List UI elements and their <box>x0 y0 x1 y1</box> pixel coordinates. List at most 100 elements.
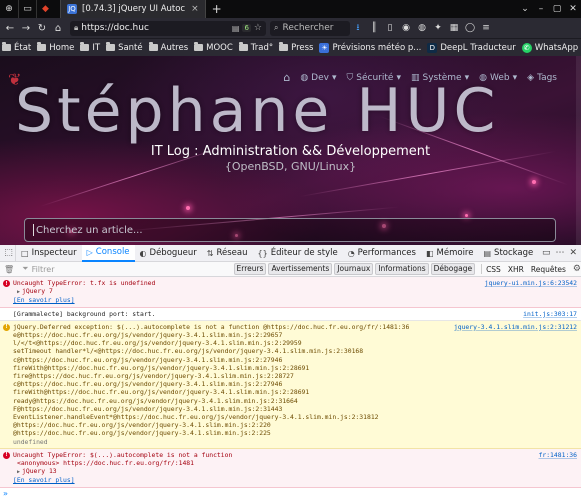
reload-icon[interactable]: ↻ <box>34 20 50 36</box>
tab-close-icon[interactable]: × <box>191 4 199 14</box>
new-tab-button[interactable]: + <box>206 2 228 16</box>
performance-icon: ◔ <box>347 248 355 258</box>
home-icon[interactable]: ⌂ <box>50 20 66 36</box>
site-header: ❦ ⌂ ◍ Dev ▾ ⛉ Sécurité ▾ ▥ Système ▾ ◍ Web ▾ ◈ Ta… <box>0 56 581 245</box>
console-message-error[interactable]: ! fr:1481:36 Uncaught TypeError: $(...).au… <box>0 448 581 488</box>
stack-frame: c@https://doc.huc.fr.eu.org/js/vendor/jq… <box>13 380 283 389</box>
folder-icon <box>238 42 248 51</box>
filter-input[interactable]: Filtrer <box>32 265 234 274</box>
filter-warnings[interactable]: Avertissements <box>268 263 333 275</box>
close-devtools-icon[interactable]: ✕ <box>569 248 577 258</box>
search-bar[interactable]: ⌕ Rechercher <box>270 20 350 36</box>
tab-active[interactable]: JQ [0.74.3] jQuery UI Autoc × <box>60 0 206 18</box>
stack-frame: ready@https://doc.huc.fr.eu.org/js/vendo… <box>13 396 298 405</box>
minimize-icon[interactable]: – <box>533 0 549 18</box>
folder-icon: ▭ <box>23 4 32 14</box>
expand-triangle-icon[interactable]: ▶ <box>17 289 20 295</box>
url-bar[interactable]: 🔒︎ https://doc.huc ▤ 6 ☆ <box>70 20 266 36</box>
extension-icon-4[interactable]: ▦ <box>446 20 462 36</box>
bookmark-autres[interactable]: Autres <box>148 42 188 53</box>
bookmark-press[interactable]: Press <box>279 42 313 53</box>
tab-stockage[interactable]: ▤ Stockage <box>478 245 538 262</box>
message-source-link[interactable]: fr:1481:36 <box>539 451 577 459</box>
gear-icon[interactable]: ⚙ <box>573 264 581 274</box>
reader-icon[interactable]: ▤ <box>232 24 240 33</box>
folder-icon <box>279 42 289 51</box>
close-window-icon[interactable]: ✕ <box>565 0 581 18</box>
stack-frame: EventListener.handleEvent*@https://doc.h… <box>13 413 379 422</box>
extension-icon-2[interactable]: ◍ <box>414 20 430 36</box>
list-tabs-icon[interactable]: ⌄ <box>517 0 533 18</box>
more-options-icon[interactable]: ⋯ <box>555 248 564 258</box>
bookmark-meteo[interactable]: ☀ Prévisions météo p... <box>319 42 421 53</box>
bookmark-mooc[interactable]: MOOC <box>194 42 233 53</box>
bookmark-whatsapp[interactable]: ✆ WhatsApp <box>521 42 578 53</box>
bookmark-deepl[interactable]: D DeepL Traducteur <box>427 42 516 53</box>
sidebar-icon[interactable]: ▯ <box>382 20 398 36</box>
console-message-log[interactable]: init.js:303:17 [Grammalecte] background p… <box>0 308 581 321</box>
url-text[interactable]: https://doc.huc <box>81 23 229 33</box>
text-caret <box>33 224 34 236</box>
chevron-down-icon: ▾ <box>512 72 518 83</box>
bookmark-sante[interactable]: Santé <box>106 42 143 53</box>
extension-badge[interactable]: 6 <box>242 24 251 32</box>
back-icon[interactable]: ← <box>2 20 18 36</box>
library-icon[interactable]: ║ <box>366 20 382 36</box>
message-source-link[interactable]: jquery-ui.min.js:6:23542 <box>485 279 577 287</box>
bookmark-home[interactable]: Home <box>37 42 74 53</box>
bookmark-trad[interactable]: Trad° <box>238 42 273 53</box>
tab-reseau[interactable]: ⇅ Réseau <box>202 245 253 262</box>
menu-icon[interactable]: ≡ <box>478 20 494 36</box>
filter-requests[interactable]: Requêtes <box>531 265 566 274</box>
bookmark-it[interactable]: IT <box>80 42 100 53</box>
element-picker-icon[interactable]: ⬚ <box>2 244 16 262</box>
filter-logs[interactable]: Journaux <box>334 263 374 275</box>
responsive-mode-icon[interactable]: ▭ <box>542 248 551 258</box>
filter-debug[interactable]: Débogage <box>430 263 476 275</box>
tab-memoire[interactable]: ◧ Mémoire <box>421 245 479 262</box>
filter-info[interactable]: Informations <box>375 263 429 275</box>
console-message-error[interactable]: ! jquery-ui.min.js:6:23542 Uncaught TypeEr… <box>0 277 581 308</box>
maximize-icon[interactable]: ▢ <box>549 0 565 18</box>
expand-triangle-icon[interactable]: ▶ <box>17 469 20 475</box>
menu-tags[interactable]: ◈ Tags <box>527 73 557 83</box>
forward-icon[interactable]: → <box>18 20 34 36</box>
download-icon[interactable]: ⭳ <box>350 20 366 36</box>
message-source-link[interactable]: jquery-3.4.1.slim.min.js:2:31212 <box>454 323 577 331</box>
firefox-icon[interactable]: ⊕ <box>0 0 18 18</box>
tab-console[interactable]: ▷ Console <box>81 244 135 262</box>
bookmark-etat[interactable]: État <box>2 42 31 53</box>
message-text: Uncaught TypeError: t.fx is undefined <box>13 279 156 287</box>
filter-xhr[interactable]: XHR <box>508 265 524 274</box>
tab-performances[interactable]: ◔ Performances <box>343 245 421 262</box>
pinned-tab-gitlab[interactable]: ◆ <box>36 0 54 18</box>
learn-more-link[interactable]: [En savoir plus] <box>13 296 486 304</box>
search-bar-placeholder: Rechercher <box>282 23 334 33</box>
stack-toggle[interactable]: ▶ jQuery 7 <box>13 287 486 296</box>
extension-icon-3[interactable]: ✦ <box>430 20 446 36</box>
filter-css[interactable]: CSS <box>486 265 501 274</box>
stack-toggle[interactable]: ▶ jQuery 13 <box>13 467 486 476</box>
tab-debogueur[interactable]: ◐ Débogueur <box>135 245 202 262</box>
message-source-link[interactable]: init.js:303:17 <box>523 310 577 318</box>
tab-editeur-de-style[interactable]: {} Éditeur de style <box>253 245 343 262</box>
pinned-tab-folder[interactable]: ▭ <box>18 0 36 18</box>
filter-icon: ⏷ <box>22 264 29 273</box>
learn-more-link[interactable]: [En savoir plus] <box>13 476 486 484</box>
console-icon: ▷ <box>86 247 93 257</box>
site-title[interactable]: Stéphane HUC <box>15 76 499 146</box>
console-prompt[interactable]: » <box>3 489 8 498</box>
filter-errors[interactable]: Erreurs <box>233 263 267 275</box>
divider <box>481 264 483 274</box>
stack-frame: fire@https://doc.huc.fr.eu.org/js/vendor… <box>13 372 294 381</box>
decor-dot <box>465 214 468 217</box>
site-search-input[interactable]: Cherchez un article... <box>24 218 556 242</box>
account-icon[interactable]: ◯ <box>462 20 478 36</box>
bookmark-star-icon[interactable]: ☆ <box>254 23 262 33</box>
tab-favicon: JQ <box>67 4 77 14</box>
tab-inspecteur[interactable]: □ Inspecteur <box>16 245 82 262</box>
error-icon: ! <box>3 451 10 459</box>
console-message-warn[interactable]: ! jquery-3.4.1.slim.min.js:2:31212 jQuery.… <box>0 320 581 449</box>
extension-icon[interactable]: ◉ <box>398 20 414 36</box>
clear-console-icon[interactable]: 🗑︎ <box>4 265 14 274</box>
